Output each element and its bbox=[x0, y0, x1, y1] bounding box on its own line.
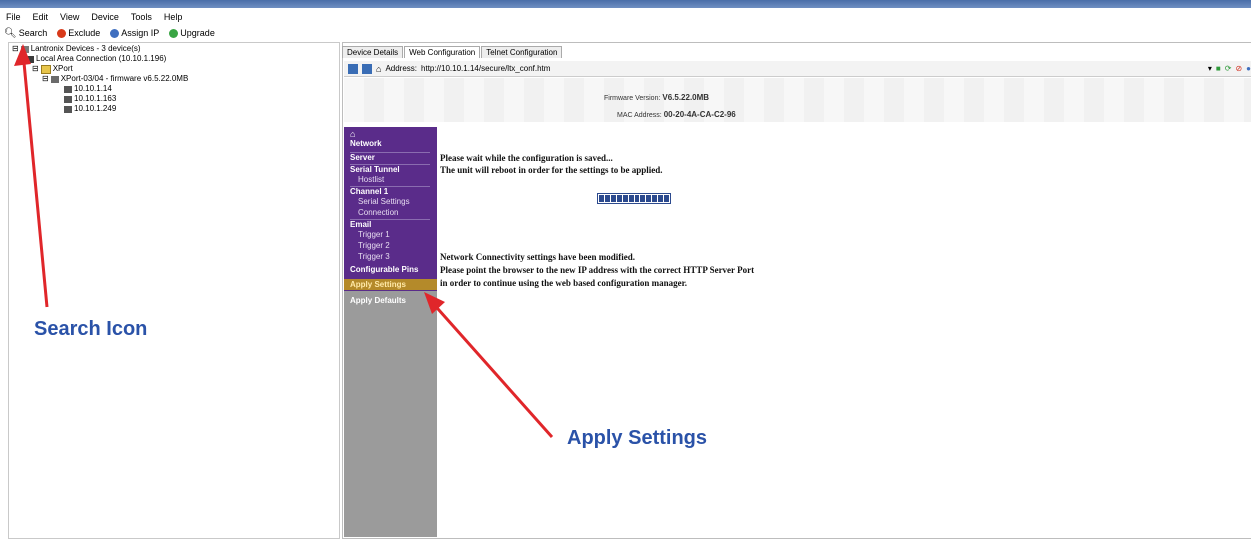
apply-arrow-head bbox=[424, 292, 445, 314]
search-icon-callout: Search Icon bbox=[34, 318, 148, 340]
search-arrow-head bbox=[14, 44, 31, 66]
annotation-arrows bbox=[14, 44, 554, 438]
apply-arrow-line bbox=[428, 299, 554, 438]
apply-settings-callout: Apply Settings bbox=[567, 427, 708, 449]
search-arrow-line bbox=[21, 51, 49, 308]
